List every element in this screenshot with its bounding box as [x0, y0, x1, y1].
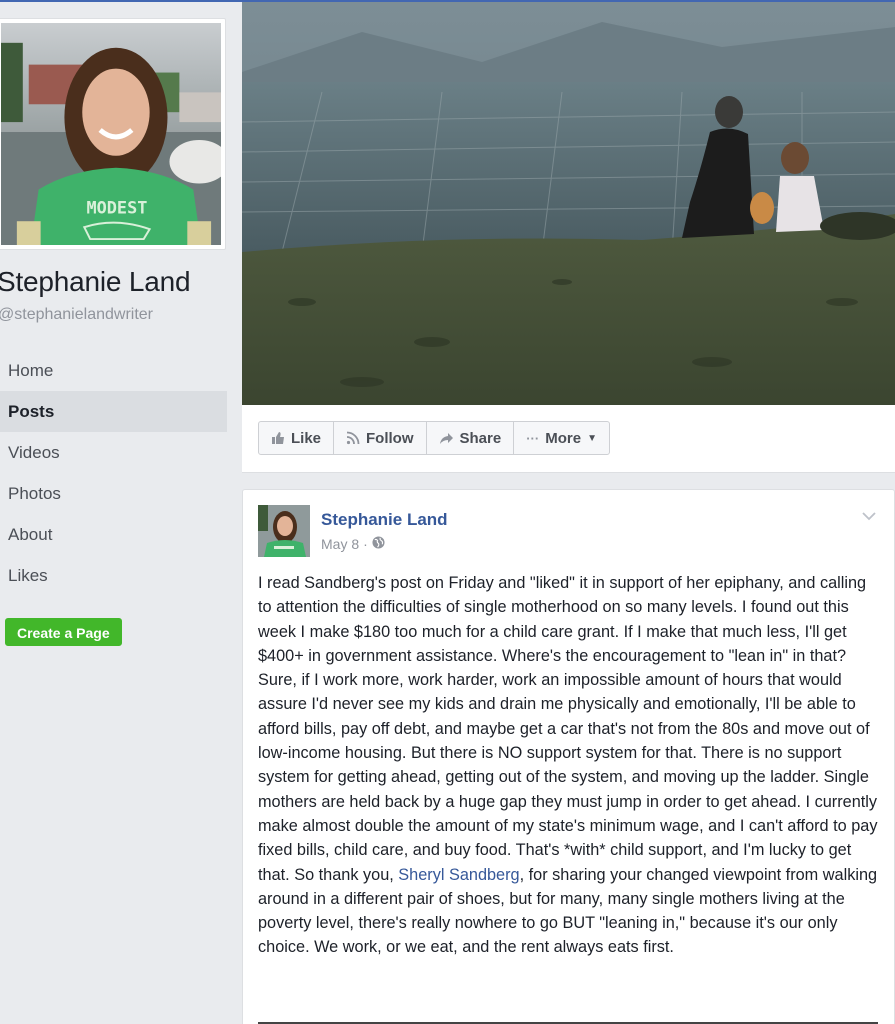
cover-photo[interactable] — [242, 2, 895, 405]
nav-item-home[interactable]: Home — [0, 350, 227, 391]
nav-item-videos[interactable]: Videos — [0, 432, 227, 473]
rss-icon — [346, 431, 360, 445]
author-avatar[interactable] — [258, 505, 310, 557]
post-text-part1: I read Sandberg's post on Friday and "li… — [258, 574, 878, 884]
profile-picture[interactable]: MODEST — [0, 18, 226, 250]
follow-button[interactable]: Follow — [334, 422, 427, 454]
like-button[interactable]: Like — [259, 422, 335, 454]
post-body: I read Sandberg's post on Friday and "li… — [258, 571, 878, 960]
nav-item-about[interactable]: About — [0, 514, 227, 555]
post-meta: May 8 · — [321, 536, 385, 552]
shirt-text: MODEST — [87, 197, 148, 217]
page-nav: Home Posts Videos Photos About Likes — [0, 350, 227, 596]
page-actions: Like Follow Share ··· More ▼ — [258, 421, 610, 455]
globe-icon[interactable] — [372, 536, 385, 552]
nav-item-posts[interactable]: Posts — [0, 391, 227, 432]
thumbs-up-icon — [271, 431, 285, 445]
more-button[interactable]: ··· More ▼ — [514, 422, 609, 454]
ellipsis-icon: ··· — [526, 430, 540, 446]
header-card: Like Follow Share ··· More ▼ — [242, 2, 895, 473]
create-page-button[interactable]: Create a Page — [5, 618, 122, 646]
mention-link[interactable]: Sheryl Sandberg — [398, 866, 519, 884]
post-options-chevron-icon[interactable] — [862, 508, 876, 524]
like-label: Like — [291, 429, 322, 447]
page-handle[interactable]: @stephanielandwriter — [0, 306, 153, 324]
page-title[interactable]: Stephanie Land — [0, 266, 191, 298]
caret-down-icon: ▼ — [587, 432, 597, 444]
more-label: More — [545, 429, 582, 447]
post-card: Stephanie Land May 8 · I read Sandberg's… — [242, 489, 895, 1024]
share-arrow-icon — [439, 432, 454, 445]
nav-item-likes[interactable]: Likes — [0, 555, 227, 596]
meta-separator: · — [363, 536, 368, 552]
share-button[interactable]: Share — [427, 422, 515, 454]
nav-item-photos[interactable]: Photos — [0, 473, 227, 514]
share-label: Share — [459, 429, 502, 447]
post-date[interactable]: May 8 — [321, 536, 359, 552]
post-author-name[interactable]: Stephanie Land — [321, 510, 448, 530]
follow-label: Follow — [366, 429, 414, 447]
